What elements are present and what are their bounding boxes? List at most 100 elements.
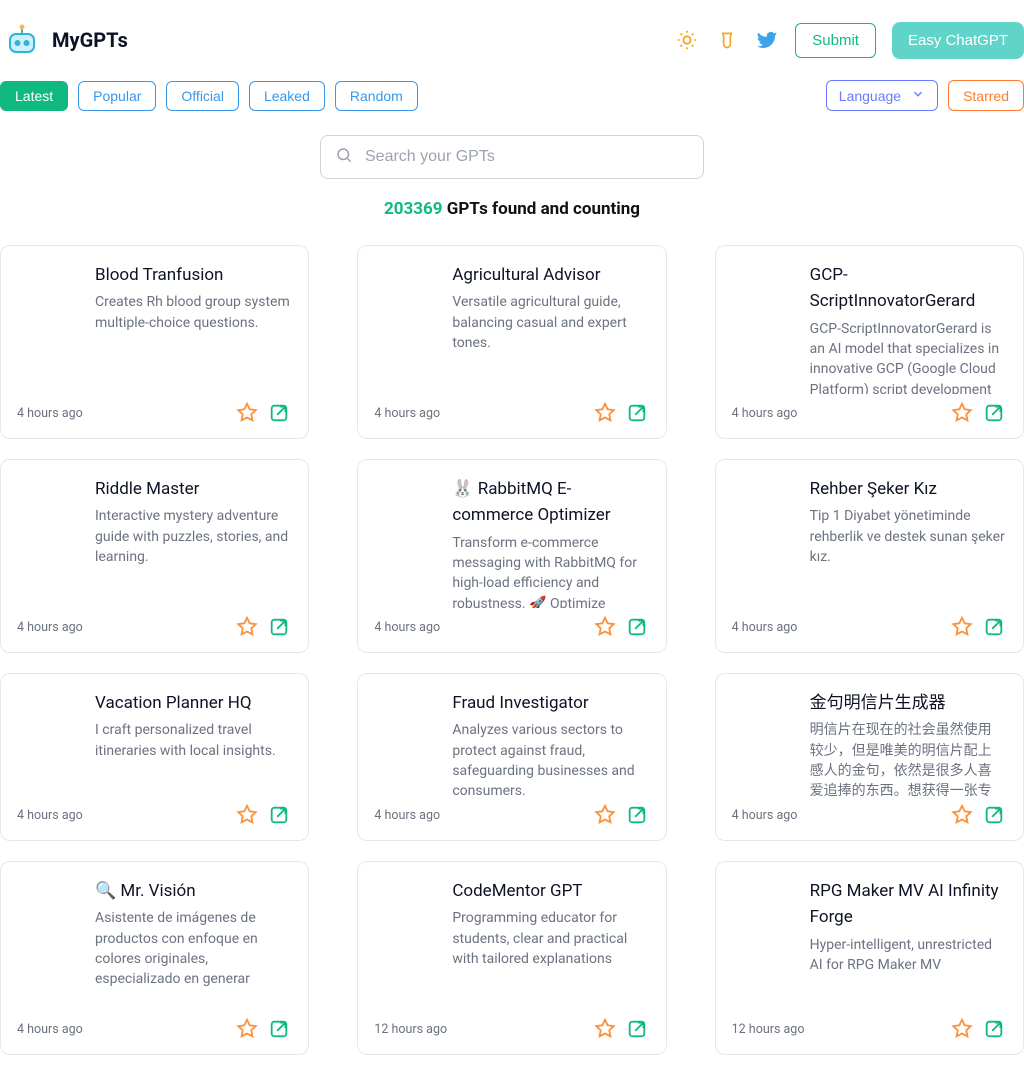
star-icon[interactable] [236,804,258,826]
card-actions [236,616,290,638]
brand[interactable]: MyGPTs [4,22,128,58]
result-count: 203369 GPTs found and counting [0,199,1024,219]
gpt-time: 4 hours ago [374,406,440,421]
gpt-card[interactable]: CodeMentor GPT Programming educator for … [357,861,666,1055]
open-link-icon[interactable] [983,402,1005,424]
tip-jar-icon[interactable] [715,28,739,52]
card-body: CodeMentor GPT Programming educator for … [452,878,647,1010]
easy-chatgpt-button[interactable]: Easy ChatGPT [892,22,1024,59]
star-icon[interactable] [236,402,258,424]
search-input[interactable] [365,148,689,166]
gpt-description: GCP-ScriptInnovatorGerard is an AI model… [810,319,1005,394]
gpt-card[interactable]: Rehber Şeker Kız Tip 1 Diyabet yönetimin… [715,459,1024,653]
gpt-title: 金句明信片生成器 [810,690,1005,716]
gpt-card[interactable]: 金句明信片生成器 明信片在现在的社会虽然使用较少，但是唯美的明信片配上感人的金句… [715,673,1024,841]
card-body: Fraud Investigator Analyzes various sect… [452,690,647,796]
gpt-avatar [17,878,81,942]
card-top: 🔍 Mr. Visión Asistente de imágenes de pr… [1,862,308,1010]
gpt-time: 4 hours ago [732,808,798,823]
gpt-card[interactable]: Blood Tranfusion Creates Rh blood group … [0,245,309,439]
site-name: MyGPTs [52,28,128,52]
cards-grid: Blood Tranfusion Creates Rh blood group … [0,245,1024,1075]
open-link-icon[interactable] [626,616,648,638]
tab-latest[interactable]: Latest [0,81,68,111]
card-top: GCP-ScriptInnovatorGerard GCP-ScriptInno… [716,246,1023,394]
card-body: 🐰 RabbitMQ E-commerce Optimizer Transfor… [452,476,647,608]
card-body: 🔍 Mr. Visión Asistente de imágenes de pr… [95,878,290,1010]
gpt-card[interactable]: Agricultural Advisor Versatile agricultu… [357,245,666,439]
open-link-icon[interactable] [983,1018,1005,1040]
language-dropdown[interactable]: Language [826,80,938,111]
gpt-time: 4 hours ago [17,406,83,421]
open-link-icon[interactable] [626,402,648,424]
gpt-title: Agricultural Advisor [452,262,647,288]
gpt-description: Interactive mystery adventure guide with… [95,506,290,567]
open-link-icon[interactable] [626,1018,648,1040]
star-icon[interactable] [951,1018,973,1040]
card-body: Rehber Şeker Kız Tip 1 Diyabet yönetimin… [810,476,1005,608]
card-footer: 4 hours ago [716,608,1023,652]
card-footer: 12 hours ago [716,1010,1023,1054]
star-icon[interactable] [951,616,973,638]
gpt-card[interactable]: GCP-ScriptInnovatorGerard GCP-ScriptInno… [715,245,1024,439]
open-link-icon[interactable] [983,804,1005,826]
star-icon[interactable] [236,1018,258,1040]
gpt-card[interactable]: 🐰 RabbitMQ E-commerce Optimizer Transfor… [357,459,666,653]
gpt-avatar [374,690,438,754]
card-actions [236,804,290,826]
card-top: 金句明信片生成器 明信片在现在的社会虽然使用较少，但是唯美的明信片配上感人的金句… [716,674,1023,796]
card-body: RPG Maker MV AI Infinity Forge Hyper-int… [810,878,1005,1010]
card-footer: 4 hours ago [358,394,665,438]
header-right: Submit Easy ChatGPT [675,22,1024,59]
card-footer: 4 hours ago [1,608,308,652]
filters-right: Language Starred [826,80,1024,111]
gpt-card[interactable]: Vacation Planner HQ I craft personalized… [0,673,309,841]
card-actions [951,402,1005,424]
star-icon[interactable] [594,616,616,638]
tab-official[interactable]: Official [166,81,239,111]
twitter-icon[interactable] [755,28,779,52]
card-top: Agricultural Advisor Versatile agricultu… [358,246,665,394]
tab-random[interactable]: Random [335,81,418,111]
gpt-avatar [732,878,796,942]
card-actions [594,804,648,826]
gpt-card[interactable]: Fraud Investigator Analyzes various sect… [357,673,666,841]
star-icon[interactable] [594,402,616,424]
open-link-icon[interactable] [268,804,290,826]
gpt-title: 🐰 RabbitMQ E-commerce Optimizer [452,476,647,529]
gpt-title: CodeMentor GPT [452,878,647,904]
gpt-avatar [374,878,438,942]
card-top: Vacation Planner HQ I craft personalized… [1,674,308,796]
card-footer: 4 hours ago [716,394,1023,438]
gpt-card[interactable]: Riddle Master Interactive mystery advent… [0,459,309,653]
star-icon[interactable] [594,1018,616,1040]
open-link-icon[interactable] [268,616,290,638]
gpt-time: 4 hours ago [17,620,83,635]
star-icon[interactable] [236,616,258,638]
open-link-icon[interactable] [626,804,648,826]
search-box[interactable] [320,135,704,179]
tab-leaked[interactable]: Leaked [249,81,325,111]
card-body: 金句明信片生成器 明信片在现在的社会虽然使用较少，但是唯美的明信片配上感人的金句… [810,690,1005,796]
open-link-icon[interactable] [983,616,1005,638]
search-wrap [0,135,1024,179]
gpt-description: Programming educator for students, clear… [452,908,647,969]
gpt-time: 4 hours ago [374,620,440,635]
tab-popular[interactable]: Popular [78,81,156,111]
star-icon[interactable] [951,402,973,424]
submit-button[interactable]: Submit [795,23,876,58]
gpt-title: GCP-ScriptInnovatorGerard [810,262,1005,315]
card-body: GCP-ScriptInnovatorGerard GCP-ScriptInno… [810,262,1005,394]
card-body: Blood Tranfusion Creates Rh blood group … [95,262,290,394]
star-icon[interactable] [594,804,616,826]
sun-icon[interactable] [675,28,699,52]
star-icon[interactable] [951,804,973,826]
gpt-card[interactable]: RPG Maker MV AI Infinity Forge Hyper-int… [715,861,1024,1055]
gpt-avatar [374,476,438,540]
card-top: Rehber Şeker Kız Tip 1 Diyabet yönetimin… [716,460,1023,608]
card-footer: 4 hours ago [358,608,665,652]
open-link-icon[interactable] [268,402,290,424]
gpt-card[interactable]: 🔍 Mr. Visión Asistente de imágenes de pr… [0,861,309,1055]
open-link-icon[interactable] [268,1018,290,1040]
starred-filter[interactable]: Starred [948,80,1024,111]
